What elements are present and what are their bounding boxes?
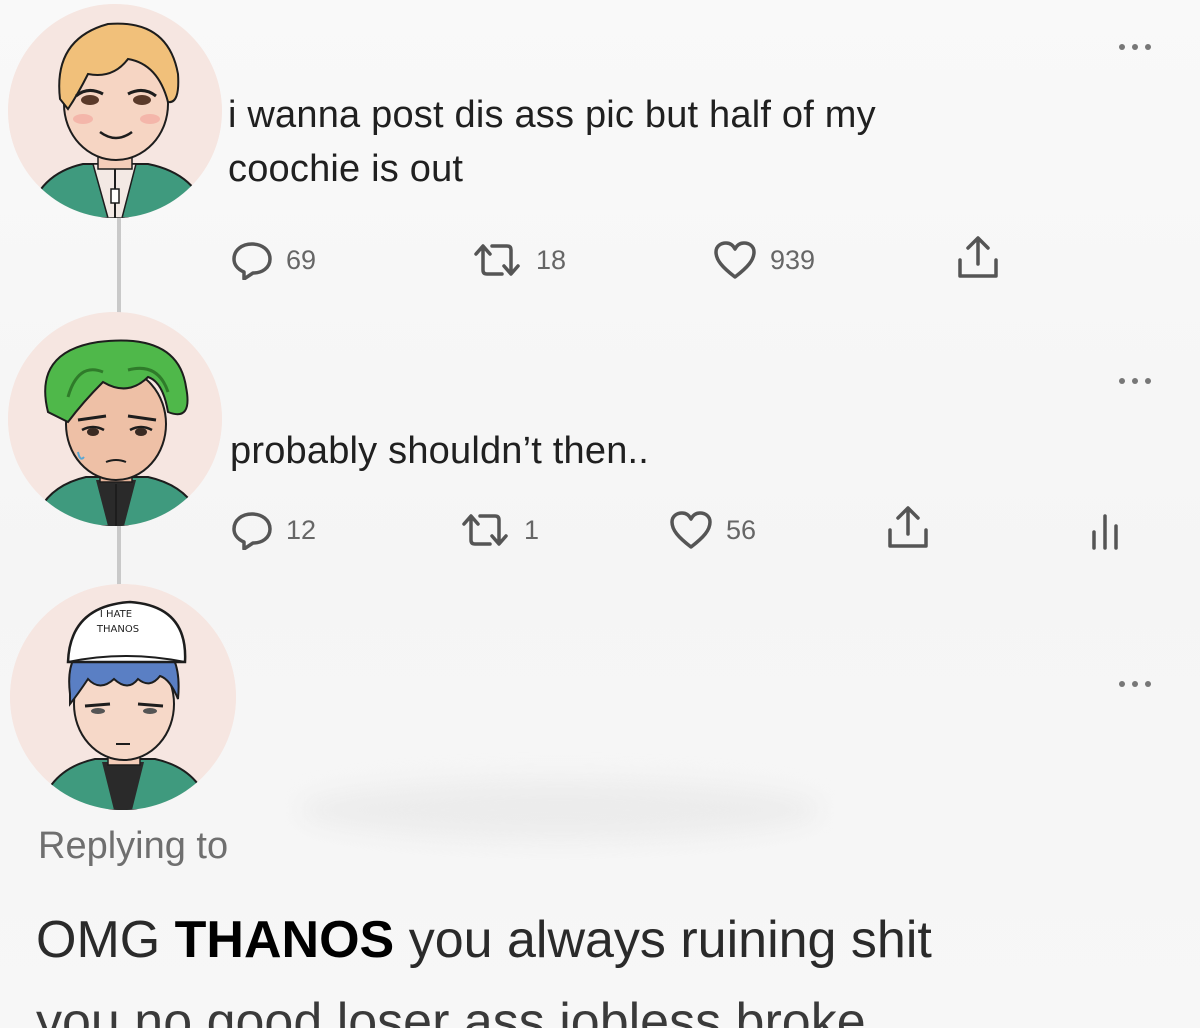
more-dots-icon[interactable] <box>1117 42 1153 52</box>
hat-text-line2: THANOS <box>96 624 139 635</box>
cartoon-hat-avatar-icon: I HATE THANOS <box>10 584 236 810</box>
tweet-1-reply-button[interactable]: 69 <box>230 240 316 280</box>
thread-line-2 <box>117 520 121 585</box>
tweet-2-like-button[interactable]: 56 <box>668 510 756 550</box>
reply-icon <box>232 242 272 280</box>
share-icon <box>958 236 998 278</box>
tweet-2-retweet-button[interactable]: 1 <box>458 510 539 550</box>
cartoon-blonde-avatar-icon <box>8 4 222 218</box>
retweet-icon <box>462 514 508 546</box>
reply-text-line1: OMG THANOS you always ruining shit <box>36 908 932 972</box>
tweet-2-like-count: 56 <box>726 514 757 545</box>
tweet-2-reply-button[interactable]: 12 <box>230 510 316 550</box>
reply-text-suffix: you always ruining shit <box>408 911 932 969</box>
avatar-blonde[interactable] <box>8 4 222 218</box>
heart-icon <box>670 511 712 549</box>
retweet-icon <box>474 244 520 276</box>
tweet-2-analytics-button[interactable] <box>1090 512 1120 550</box>
heart-icon <box>714 241 756 279</box>
reply-text-highlight: THANOS <box>174 911 395 969</box>
faded-area <box>300 780 820 840</box>
tweet-2-reply-count: 12 <box>286 514 317 545</box>
tweet-1-share-button[interactable] <box>955 234 1001 280</box>
tweet-1-text: i wanna post dis ass pic but half of my … <box>228 88 876 196</box>
avatar-green-hair[interactable] <box>8 312 222 526</box>
more-dots-icon[interactable] <box>1117 376 1153 386</box>
tweet-2-share-button[interactable] <box>885 504 931 550</box>
reply-text-line2: you no good loser ass jobless broke <box>36 993 866 1028</box>
reply-text-prefix: OMG <box>36 911 161 969</box>
tweet-2-text: probably shouldn’t then.. <box>230 424 649 478</box>
tweet-2-text-line1: probably shouldn’t then.. <box>230 430 650 472</box>
avatar-hat[interactable]: I HATE THANOS <box>10 584 236 810</box>
hat-text-line1: I HATE <box>100 609 132 620</box>
more-dots-icon[interactable] <box>1117 679 1153 689</box>
tweet-1-text-line1: i wanna post dis ass pic but half of my <box>228 94 876 136</box>
tweet-2-retweet-count: 1 <box>524 514 540 545</box>
tweet-1-reply-count: 69 <box>286 244 317 275</box>
reply-icon <box>232 512 272 550</box>
analytics-icon <box>1092 514 1118 550</box>
replying-to-label: Replying to <box>38 825 229 867</box>
tweet-1-text-line2: coochie is out <box>228 148 464 190</box>
thread-line-1 <box>117 215 121 315</box>
tweet-thread-page: i wanna post dis ass pic but half of my … <box>0 0 1200 1028</box>
tweet-1-retweet-count: 18 <box>536 244 567 275</box>
cartoon-green-hair-avatar-icon <box>8 312 222 526</box>
tweet-1-retweet-button[interactable]: 18 <box>470 240 566 280</box>
tweet-1-like-count: 939 <box>770 244 816 275</box>
share-icon <box>888 506 928 548</box>
tweet-1-like-button[interactable]: 939 <box>712 240 815 280</box>
